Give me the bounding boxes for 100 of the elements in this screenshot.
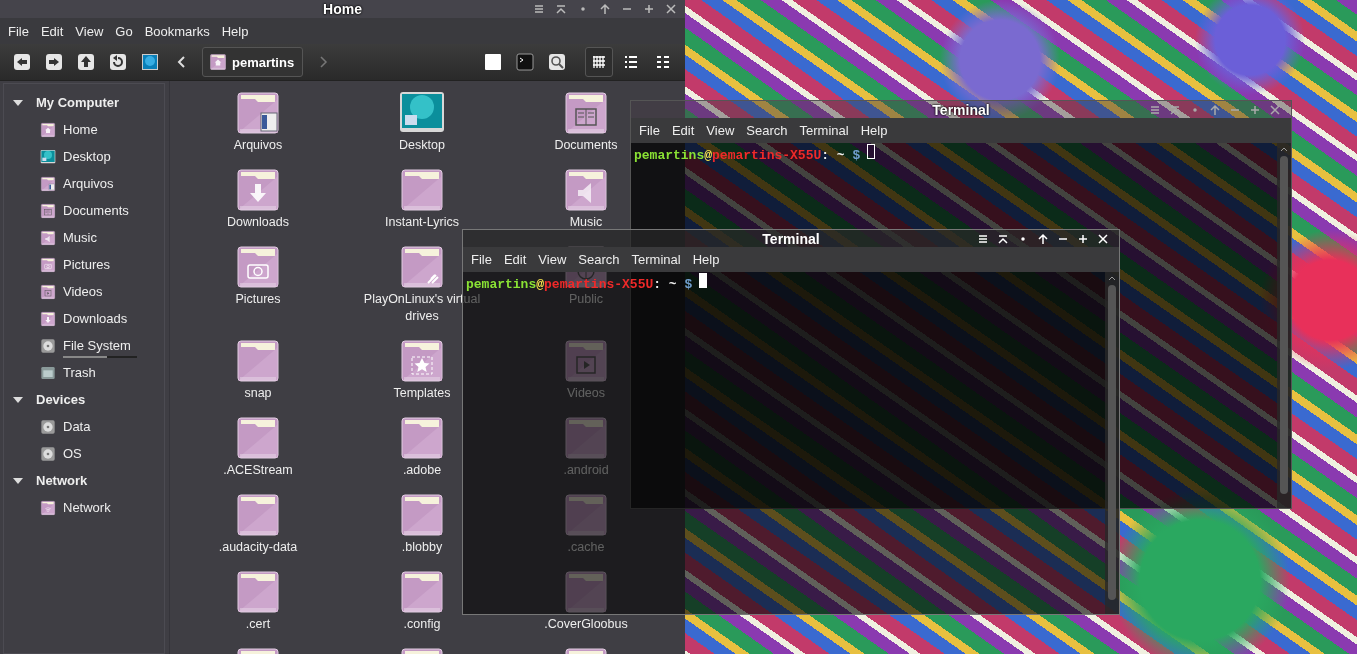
folder-icon bbox=[562, 491, 610, 539]
sidebar-item[interactable]: Home bbox=[4, 116, 164, 143]
file-name[interactable]: Templates bbox=[393, 385, 451, 402]
menu-item[interactable]: Go bbox=[109, 23, 139, 39]
menu-item[interactable]: Search bbox=[740, 123, 794, 138]
shell-prompt: pemartins@pemartins-X55U: ~ $ bbox=[466, 277, 693, 292]
videos-icon bbox=[40, 283, 56, 300]
square-icon[interactable] bbox=[484, 53, 502, 71]
window-title: Terminal bbox=[932, 101, 990, 118]
folder-icon bbox=[398, 243, 446, 291]
file-name[interactable]: Documents bbox=[554, 137, 618, 154]
forward-icon[interactable] bbox=[45, 53, 63, 71]
menu-item[interactable]: Edit bbox=[497, 252, 533, 267]
sidebar-item[interactable]: OS bbox=[4, 440, 164, 467]
menu-item[interactable]: Terminal bbox=[625, 252, 687, 267]
sidebar-heading: Devices bbox=[36, 392, 86, 407]
list-view-icon bbox=[622, 53, 640, 71]
icons-view-button[interactable] bbox=[585, 47, 613, 77]
file-name[interactable]: PlayOnLinux's virtual drives bbox=[347, 291, 497, 325]
icons-view-icon bbox=[590, 53, 608, 71]
sidebar-item[interactable]: Trash bbox=[4, 359, 164, 386]
pictures-icon bbox=[40, 256, 56, 273]
menu-item[interactable]: View bbox=[700, 123, 741, 138]
folder-icon bbox=[562, 89, 610, 137]
menu-item[interactable]: Bookmarks bbox=[138, 23, 216, 39]
menu-item[interactable]: File bbox=[465, 252, 498, 267]
menu-item[interactable]: Help bbox=[686, 252, 726, 267]
folder-icon bbox=[234, 166, 282, 214]
arquivos-icon bbox=[40, 175, 56, 192]
sidebar-item[interactable]: Music bbox=[4, 224, 164, 251]
file-name[interactable]: Pictures bbox=[235, 291, 281, 308]
window-title: Home bbox=[323, 1, 362, 17]
sidebar-item[interactable]: Arquivos bbox=[4, 170, 164, 197]
drive-icon bbox=[40, 337, 56, 354]
scroll-up-icon[interactable] bbox=[1280, 146, 1288, 152]
sidebar-item[interactable]: Network bbox=[4, 494, 164, 521]
folder-icon bbox=[562, 568, 610, 616]
menu-item[interactable]: View bbox=[532, 252, 573, 267]
terminal-icon[interactable] bbox=[516, 53, 534, 71]
scroll-up-icon[interactable] bbox=[1108, 275, 1116, 281]
folder-icon bbox=[234, 568, 282, 616]
computer-icon[interactable] bbox=[141, 53, 159, 71]
drive-icon bbox=[40, 418, 56, 435]
file-name[interactable]: .blobby bbox=[401, 539, 443, 556]
folder-icon bbox=[234, 243, 282, 291]
folder-icon bbox=[234, 337, 282, 385]
menu-item[interactable]: View bbox=[69, 23, 110, 39]
file-name[interactable]: Downloads bbox=[227, 214, 289, 231]
drive-icon bbox=[40, 445, 56, 462]
file-name[interactable]: snap bbox=[244, 385, 272, 402]
file-name[interactable]: .CoverGloobus bbox=[544, 616, 628, 633]
music-icon bbox=[40, 229, 56, 246]
home-icon bbox=[40, 121, 56, 138]
folder-icon bbox=[398, 337, 446, 385]
home-folder-icon bbox=[209, 53, 227, 71]
file-name[interactable]: Arquivos bbox=[233, 137, 283, 154]
file-name[interactable]: .adobe bbox=[402, 462, 442, 479]
location-button[interactable]: pemartins bbox=[202, 47, 304, 77]
sidebar-item[interactable]: Desktop bbox=[4, 143, 164, 170]
sidebar-item[interactable]: Documents bbox=[4, 197, 164, 224]
refresh-icon[interactable] bbox=[109, 53, 127, 71]
file-name[interactable]: Music bbox=[569, 214, 603, 231]
downloads-icon bbox=[40, 310, 56, 327]
shade-icon[interactable] bbox=[997, 233, 1009, 245]
search-icon[interactable] bbox=[548, 53, 566, 71]
network-icon bbox=[40, 499, 56, 516]
file-name[interactable]: .cert bbox=[245, 616, 271, 633]
scrollbar[interactable] bbox=[1277, 143, 1291, 508]
window-menu-icon[interactable] bbox=[977, 233, 989, 245]
sidebar-item[interactable]: Data bbox=[4, 413, 164, 440]
shell-prompt: pemartins@pemartins-X55U: ~ $ bbox=[634, 148, 861, 163]
folder-icon bbox=[234, 414, 282, 462]
sidebar-item[interactable]: Videos bbox=[4, 278, 164, 305]
folder-icon bbox=[562, 337, 610, 385]
menu-item[interactable]: Help bbox=[215, 23, 255, 39]
menu-item[interactable]: Edit bbox=[665, 123, 701, 138]
menu-item[interactable]: File bbox=[2, 23, 35, 39]
folder-icon bbox=[398, 414, 446, 462]
sidebar-item[interactable]: Pictures bbox=[4, 251, 164, 278]
folder-icon bbox=[234, 89, 282, 137]
sidebar-heading: Network bbox=[36, 473, 88, 488]
menu-item[interactable]: Help bbox=[854, 123, 894, 138]
trash-icon bbox=[40, 364, 56, 381]
menu-item[interactable]: Terminal bbox=[793, 123, 855, 138]
sidebar-item[interactable]: File System bbox=[4, 332, 164, 359]
menu-item[interactable]: Search bbox=[572, 252, 626, 267]
file-name[interactable]: Instant-Lyrics bbox=[385, 214, 459, 231]
file-name[interactable]: .audacity-data bbox=[218, 539, 298, 556]
menu-item[interactable]: Edit bbox=[34, 23, 70, 39]
file-name[interactable]: .ACEStream bbox=[223, 462, 293, 479]
up-icon[interactable] bbox=[77, 53, 95, 71]
menu-item[interactable]: File bbox=[633, 123, 666, 138]
back-icon[interactable] bbox=[13, 53, 31, 71]
sidebar-heading: My Computer bbox=[36, 95, 120, 110]
scrollbar[interactable] bbox=[1105, 272, 1119, 614]
sidebar-item[interactable]: Downloads bbox=[4, 305, 164, 332]
folder-icon bbox=[562, 414, 610, 462]
file-name[interactable]: Desktop bbox=[399, 137, 445, 154]
folder-icon bbox=[562, 166, 610, 214]
file-name[interactable]: .config bbox=[403, 616, 441, 633]
